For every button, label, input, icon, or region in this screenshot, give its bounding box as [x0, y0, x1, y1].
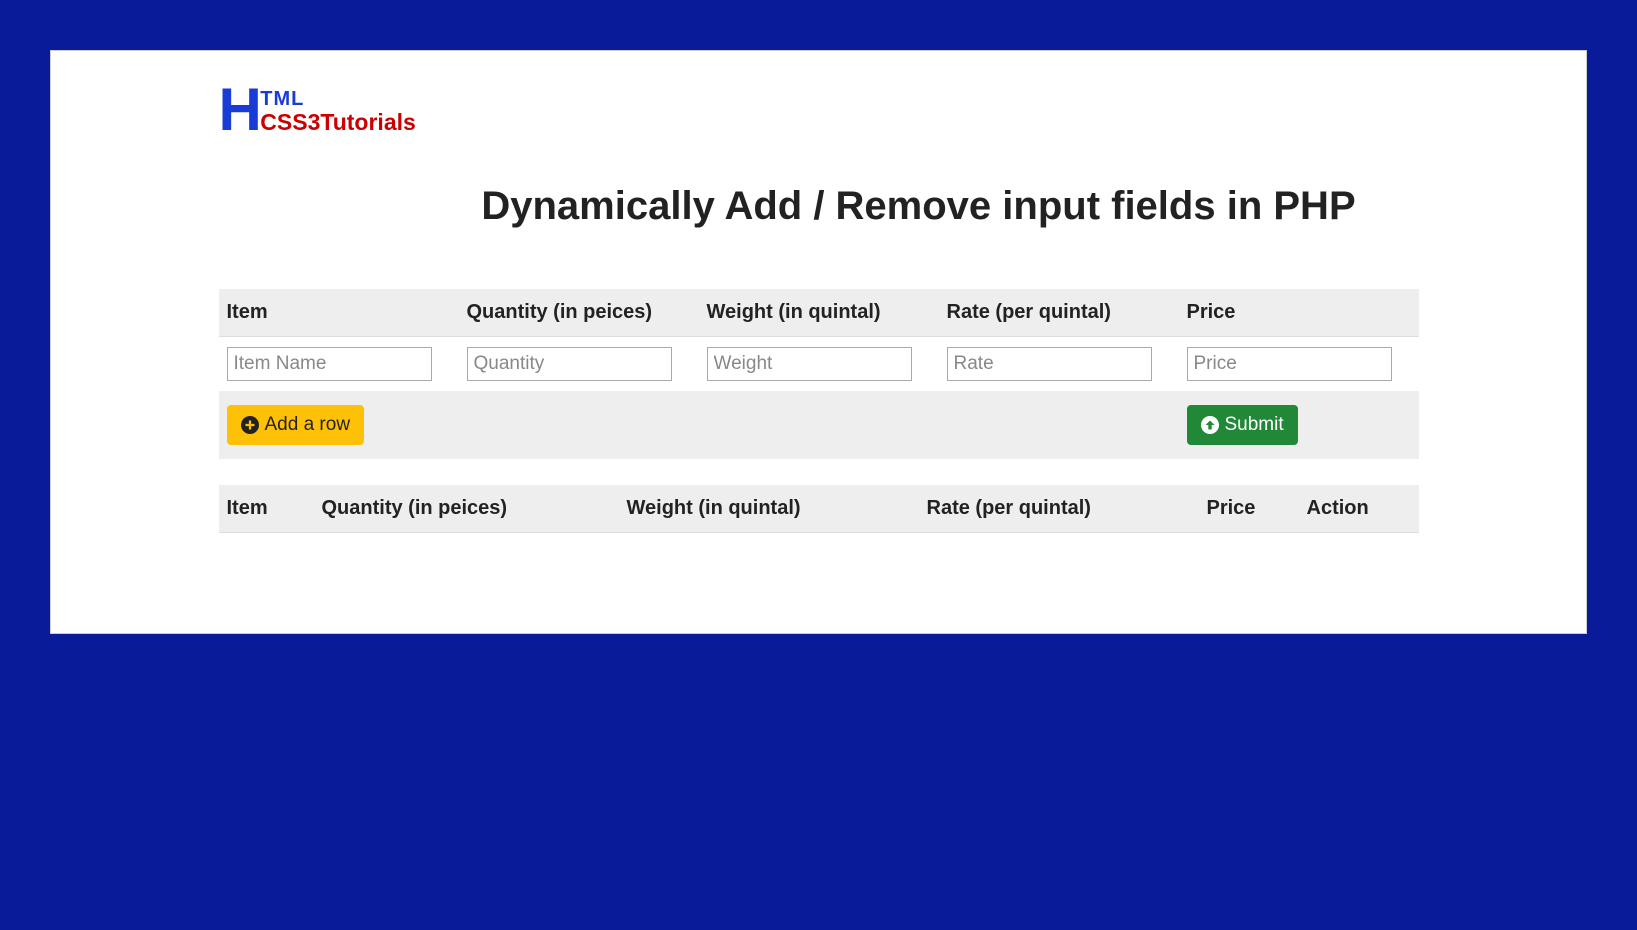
header-weight: Weight (in quintal): [699, 289, 939, 337]
submit-button[interactable]: Submit: [1187, 405, 1298, 445]
header-quantity: Quantity (in peices): [459, 289, 699, 337]
logo-h-letter: H: [219, 86, 262, 134]
spacer-row: [219, 459, 1419, 485]
logo-text-block: TML CSS3Tutorials: [260, 89, 416, 134]
results-header-weight: Weight (in quintal): [619, 485, 919, 533]
inner-container: H TML CSS3Tutorials Dynamically Add / Re…: [219, 81, 1419, 533]
results-header-price: Price: [1199, 485, 1299, 533]
results-header-item: Item: [219, 485, 314, 533]
submit-label: Submit: [1225, 414, 1284, 436]
add-row-label: Add a row: [265, 414, 351, 436]
logo-css3-text: CSS3Tutorials: [260, 111, 416, 134]
logo: H TML CSS3Tutorials: [219, 81, 1419, 134]
results-table: Item Quantity (in peices) Weight (in qui…: [219, 485, 1419, 533]
header-price: Price: [1179, 289, 1419, 337]
arrow-up-circle-icon: [1201, 416, 1219, 434]
input-form-table: Item Quantity (in peices) Weight (in qui…: [219, 289, 1419, 485]
header-item: Item: [219, 289, 459, 337]
logo-tml-text: TML: [260, 89, 416, 109]
price-input[interactable]: [1187, 347, 1392, 381]
rate-input[interactable]: [947, 347, 1152, 381]
header-rate: Rate (per quintal): [939, 289, 1179, 337]
item-name-input[interactable]: [227, 347, 432, 381]
input-row: [219, 337, 1419, 392]
plus-circle-icon: [241, 416, 259, 434]
add-row-button[interactable]: Add a row: [227, 405, 365, 445]
quantity-input[interactable]: [467, 347, 672, 381]
page-title: Dynamically Add / Remove input fields in…: [419, 184, 1419, 229]
results-header-rate: Rate (per quintal): [919, 485, 1199, 533]
input-header-row: Item Quantity (in peices) Weight (in qui…: [219, 289, 1419, 337]
results-header-row: Item Quantity (in peices) Weight (in qui…: [219, 485, 1419, 533]
action-row: Add a row Submit: [219, 391, 1419, 459]
results-header-action: Action: [1299, 485, 1419, 533]
weight-input[interactable]: [707, 347, 912, 381]
page-container: H TML CSS3Tutorials Dynamically Add / Re…: [50, 50, 1587, 634]
results-header-quantity: Quantity (in peices): [314, 485, 619, 533]
